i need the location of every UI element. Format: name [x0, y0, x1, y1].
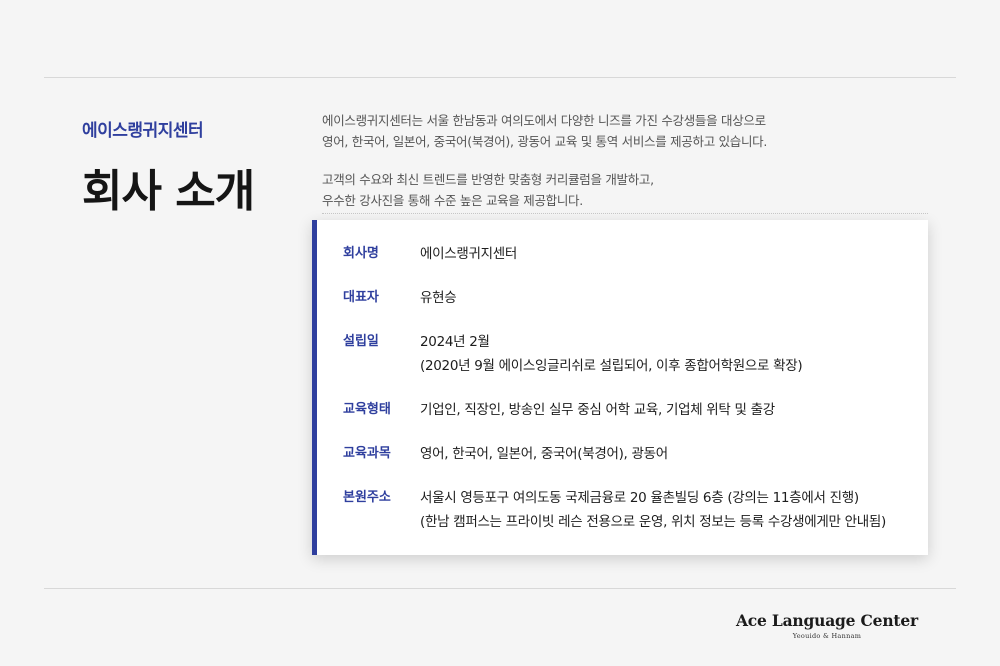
courses-label: 교육과목 — [343, 446, 391, 461]
brand-subtitle: 에이스랭귀지센터 — [82, 121, 204, 141]
company-value: 에이스랭귀지센터 — [420, 246, 517, 262]
info-row-education-type: 교육형태 기업인, 직장인, 방송인 실무 중심 어학 교육, 기업체 위탁 및… — [343, 398, 928, 422]
founded-label: 설립일 — [343, 334, 379, 349]
address-note: (한남 캠퍼스는 프라이빗 레슨 전용으로 운영, 위치 정보는 등록 수강생에… — [420, 514, 886, 530]
education-type-label: 교육형태 — [343, 402, 391, 417]
intro-p2-line1: 고객의 수요와 최신 트렌드를 반영한 맞춤형 커리큘럼을 개발하고, — [322, 172, 654, 187]
ceo-value: 유현승 — [420, 290, 457, 306]
intro-p1-line2: 영어, 한국어, 일본어, 중국어(북경어), 광동어 교육 및 통역 서비스를… — [322, 134, 768, 149]
intro-p1-line1: 에이스랭귀지센터는 서울 한남동과 여의도에서 다양한 니즈를 가진 수강생들을… — [322, 113, 766, 128]
intro-p2-line2: 우수한 강사진을 통해 수준 높은 교육을 제공합니다. — [322, 193, 583, 208]
founded-value: 2024년 2월 (2020년 9월 에이스잉글리쉬로 설립되어, 이후 종합어… — [420, 330, 803, 378]
company-label: 회사명 — [343, 246, 379, 261]
company-logo: Ace Language Center Yeouido & Hannam — [736, 611, 918, 640]
intro-paragraph-2: 고객의 수요와 최신 트렌드를 반영한 맞춤형 커리큘럼을 개발하고, 우수한 … — [322, 169, 922, 211]
logo-wordmark: Ace Language Center — [735, 611, 918, 630]
top-divider — [44, 77, 956, 78]
education-type-value: 기업인, 직장인, 방송인 실무 중심 어학 교육, 기업체 위탁 및 출강 — [420, 402, 775, 418]
ceo-label: 대표자 — [343, 290, 379, 305]
info-row-courses: 교육과목 영어, 한국어, 일본어, 중국어(북경어), 광동어 — [343, 442, 928, 466]
founded-note: (2020년 9월 에이스잉글리쉬로 설립되어, 이후 종합어학원으로 확장) — [420, 358, 803, 374]
logo-tagline: Yeouido & Hannam — [792, 632, 862, 640]
info-row-ceo: 대표자 유현승 — [343, 286, 928, 310]
dotted-divider — [322, 213, 928, 214]
bottom-divider — [44, 588, 956, 589]
founded-date: 2024년 2월 — [420, 334, 490, 350]
address-main: 서울시 영등포구 여의도동 국제금융로 20 율촌빌딩 6층 (강의는 11층에… — [420, 490, 859, 506]
courses-value: 영어, 한국어, 일본어, 중국어(북경어), 광동어 — [420, 446, 668, 462]
info-row-founded: 설립일 2024년 2월 (2020년 9월 에이스잉글리쉬로 설립되어, 이후… — [343, 330, 928, 378]
address-label: 본원주소 — [343, 490, 391, 505]
info-row-company: 회사명 에이스랭귀지센터 — [343, 242, 928, 266]
intro-paragraph-1: 에이스랭귀지센터는 서울 한남동과 여의도에서 다양한 니즈를 가진 수강생들을… — [322, 110, 922, 152]
company-info-card: 회사명 에이스랭귀지센터 대표자 유현승 설립일 2024년 2월 (2020년… — [312, 220, 928, 555]
info-row-address: 본원주소 서울시 영등포구 여의도동 국제금융로 20 율촌빌딩 6층 (강의는… — [343, 486, 928, 534]
address-value: 서울시 영등포구 여의도동 국제금융로 20 율촌빌딩 6층 (강의는 11층에… — [420, 486, 886, 534]
page-title: 회사 소개 — [82, 166, 255, 217]
intro-text: 에이스랭귀지센터는 서울 한남동과 여의도에서 다양한 니즈를 가진 수강생들을… — [322, 110, 922, 211]
heading-block: 에이스랭귀지센터 회사 소개 — [82, 116, 255, 219]
